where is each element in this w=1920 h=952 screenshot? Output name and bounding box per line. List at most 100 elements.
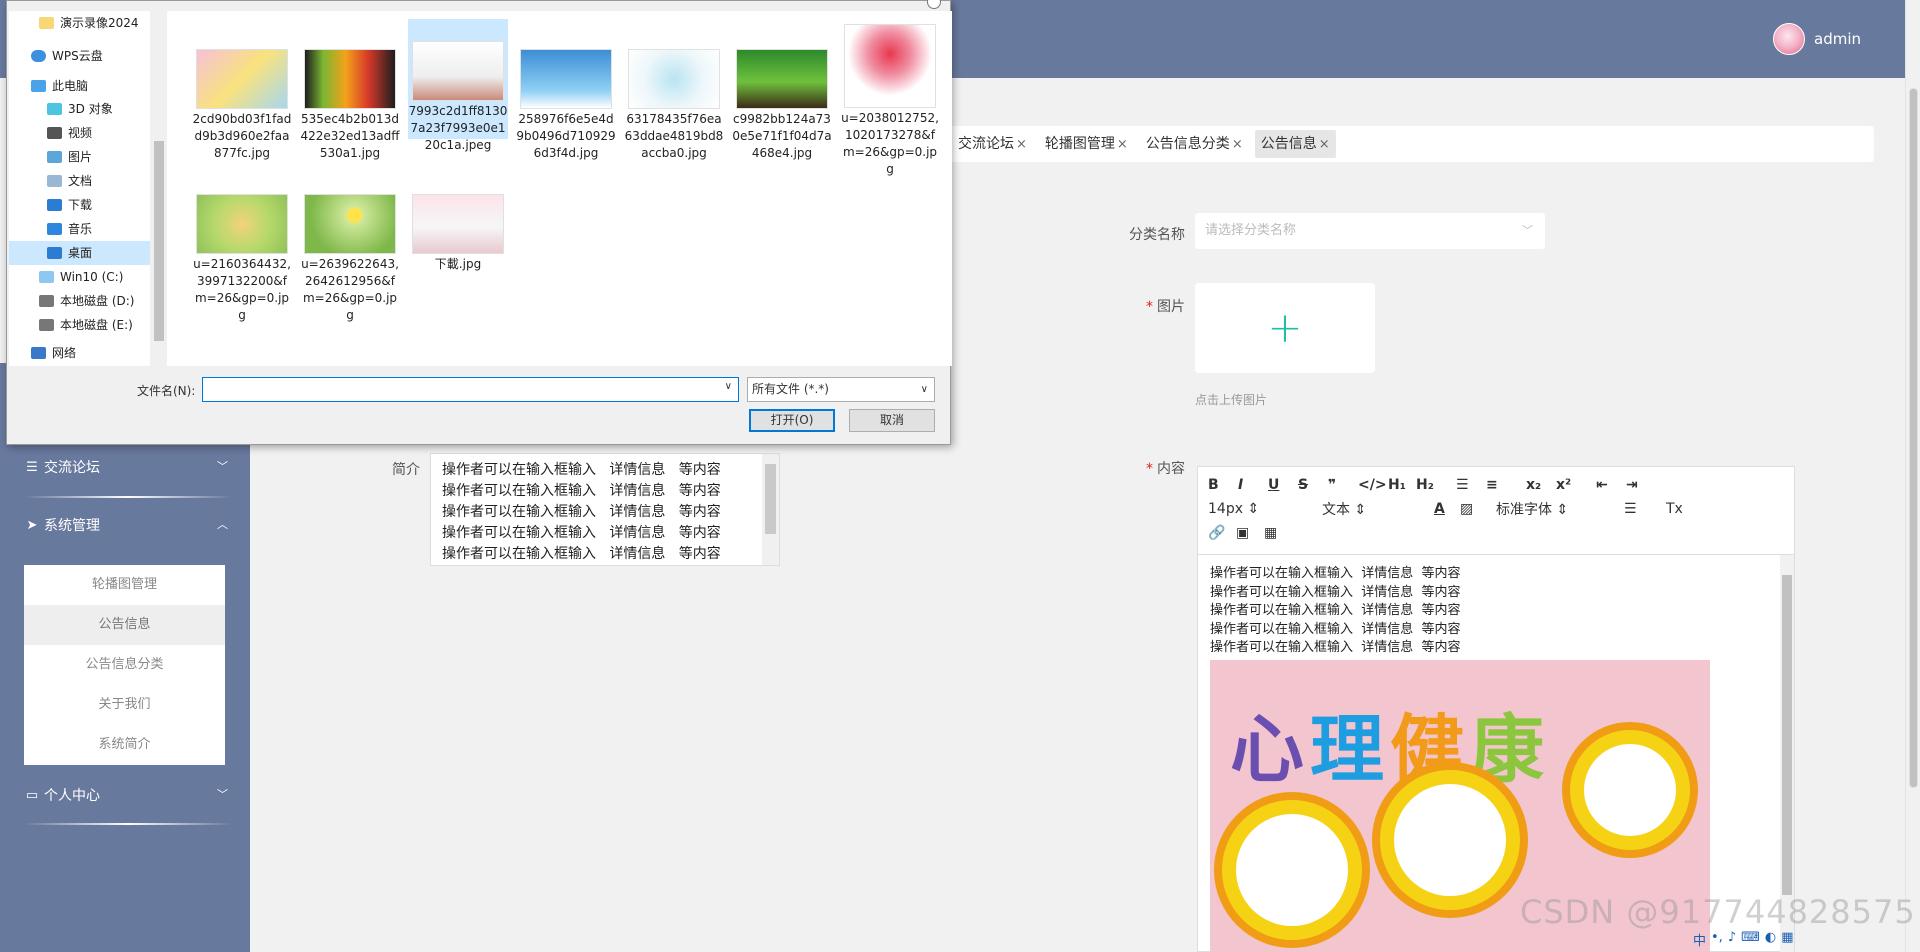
file-item[interactable]: u=2639622643,2642612956&fm=26&gp=0.jpg: [300, 186, 400, 324]
file-item[interactable]: 2cd90bd03f1fadd9b3d960e2faa877fc.jpg: [192, 41, 292, 162]
menu-system[interactable]: ➤ 系统管理 ︿: [24, 508, 232, 542]
h1-icon[interactable]: H₁: [1388, 477, 1416, 493]
outdent-icon[interactable]: ⇤: [1596, 477, 1626, 493]
file-item[interactable]: u=2160364432,3997132200&fm=26&gp=0.jpg: [192, 186, 292, 324]
chevron-down-icon[interactable]: ∨: [725, 381, 732, 392]
nav-item[interactable]: 此电脑: [31, 74, 88, 98]
drive-icon: [39, 295, 54, 307]
submenu-notice-category[interactable]: 公告信息分类: [24, 645, 225, 685]
close-icon[interactable]: [927, 0, 941, 9]
image-upload[interactable]: +: [1195, 283, 1375, 373]
nav-item[interactable]: 网络: [31, 341, 76, 365]
editor-toolbar: B I U S ❞ </> H₁ H₂ ☰ ≡ x₂ x² ⇤ ⇥ 14px ⇕…: [1198, 467, 1794, 555]
close-icon[interactable]: ×: [1016, 137, 1027, 152]
poster-char: 理: [1310, 707, 1390, 793]
tabs-bar: 交流论坛 × 轮播图管理 × 公告信息分类 × 公告信息 ×: [948, 126, 1874, 162]
user-menu[interactable]: admin: [1773, 23, 1861, 55]
code-icon[interactable]: </>: [1358, 477, 1388, 493]
mic-icon[interactable]: ♪: [1728, 930, 1736, 949]
open-button[interactable]: 打开(O): [749, 409, 835, 432]
subscript-icon[interactable]: x₂: [1526, 477, 1556, 493]
h2-icon[interactable]: H₂: [1416, 477, 1456, 493]
underline-icon[interactable]: U: [1268, 477, 1298, 493]
submenu-intro[interactable]: 系统简介: [24, 725, 225, 765]
nav-item[interactable]: Win10 (C:): [39, 265, 123, 289]
tab-notice-category[interactable]: 公告信息分类 ×: [1140, 130, 1249, 158]
nav-item[interactable]: 下载: [47, 193, 92, 217]
file-item[interactable]: u=2038012752,1020173278&fm=26&gp=0.jpg: [840, 16, 940, 178]
bullet-list-icon[interactable]: ≡: [1486, 477, 1526, 493]
tab-notice[interactable]: 公告信息 ×: [1254, 130, 1336, 158]
nav-item[interactable]: 音乐: [47, 217, 92, 241]
block-type-select[interactable]: 文本 ⇕: [1322, 499, 1434, 519]
menu-forum[interactable]: ☰ 交流论坛 ﹀: [24, 450, 232, 484]
submenu-carousel[interactable]: 轮播图管理: [24, 565, 225, 605]
strike-icon[interactable]: S: [1298, 477, 1328, 493]
page-scrollbar[interactable]: [1905, 0, 1920, 952]
ordered-list-icon[interactable]: ☰: [1456, 477, 1486, 493]
indent-icon[interactable]: ⇥: [1626, 477, 1656, 493]
chevron-down-icon: ﹀: [1522, 224, 1533, 237]
divider: [24, 496, 232, 498]
file-item[interactable]: 63178435f76ea63ddae4819bd8accba0.jpg: [624, 41, 724, 162]
nav-item[interactable]: 3D 对象: [47, 97, 113, 121]
calendar-icon: ▭: [25, 787, 39, 803]
cancel-button[interactable]: 取消: [849, 409, 935, 432]
submenu-notice[interactable]: 公告信息: [24, 605, 225, 645]
close-icon[interactable]: ×: [1319, 137, 1330, 152]
video-icon[interactable]: ▦: [1264, 525, 1292, 541]
nav-item-selected[interactable]: 桌面: [9, 241, 150, 265]
tab-carousel[interactable]: 轮播图管理 ×: [1039, 130, 1134, 158]
submenu-about[interactable]: 关于我们: [24, 685, 225, 725]
file-item[interactable]: 535ec4b2b013d422e32ed13adff530a1.jpg: [300, 41, 400, 162]
superscript-icon[interactable]: x²: [1556, 477, 1596, 493]
close-icon[interactable]: ×: [1232, 137, 1243, 152]
font-family-select[interactable]: 标准字体 ⇕: [1496, 499, 1624, 519]
nav-item[interactable]: 本地磁盘 (D:): [39, 289, 134, 313]
align-icon[interactable]: ☰: [1624, 501, 1666, 517]
intro-scrollbar[interactable]: [762, 454, 779, 565]
quote-icon[interactable]: ❞: [1328, 477, 1358, 493]
file-item[interactable]: c9982bb124a730e5e71f1f04d7a468e4.jpg: [732, 41, 832, 162]
nav-pane: 演示录像2024 WPS云盘 此电脑 3D 对象 视频 图片 文档 下载 音乐 …: [9, 11, 169, 366]
font-color-icon[interactable]: A: [1434, 501, 1460, 517]
system-submenu: 轮播图管理 公告信息 公告信息分类 关于我们 系统简介: [24, 565, 225, 765]
rich-text-editor[interactable]: B I U S ❞ </> H₁ H₂ ☰ ≡ x₂ x² ⇤ ⇥ 14px ⇕…: [1197, 466, 1795, 952]
clear-format-icon[interactable]: Tx: [1666, 501, 1696, 517]
menu-personal[interactable]: ▭ 个人中心 ﹀: [24, 778, 232, 812]
font-size-select[interactable]: 14px ⇕: [1208, 501, 1322, 517]
nav-item[interactable]: 本地磁盘 (E:): [39, 313, 133, 337]
watermark: CSDN @917744828575: [1520, 893, 1916, 931]
tab-forum[interactable]: 交流论坛 ×: [952, 130, 1033, 158]
italic-icon[interactable]: I: [1238, 477, 1268, 493]
nav-item[interactable]: WPS云盘: [31, 44, 103, 68]
file-item[interactable]: 258976f6e5e4d9b0496d7109296d3f4d.jpg: [516, 41, 616, 162]
ime-icon[interactable]: 中: [1693, 930, 1706, 949]
bold-icon[interactable]: B: [1208, 477, 1238, 493]
drive-icon: [39, 271, 54, 283]
intro-textarea[interactable]: 操作者可以在输入框输入 详情信息 等内容 操作者可以在输入框输入 详情信息 等内…: [430, 453, 780, 566]
folder-icon: [39, 17, 54, 29]
skin-icon[interactable]: ◐: [1765, 930, 1776, 949]
keyboard-icon[interactable]: ⌨: [1741, 930, 1760, 949]
tools-icon[interactable]: ▦: [1781, 930, 1793, 949]
plus-icon: +: [1267, 303, 1303, 352]
nav-item[interactable]: 演示录像2024: [39, 11, 139, 35]
computer-icon: [31, 80, 46, 92]
filetype-select[interactable]: 所有文件 (*.*) ∨: [747, 377, 935, 402]
chevron-down-icon: ∨: [920, 384, 928, 395]
nav-item[interactable]: 文档: [47, 169, 92, 193]
nav-item[interactable]: 视频: [47, 121, 92, 145]
punct-icon[interactable]: •,: [1711, 930, 1723, 949]
category-select[interactable]: 请选择分类名称 ﹀: [1195, 213, 1545, 249]
image-icon[interactable]: ▣: [1236, 525, 1264, 541]
nav-scrollbar[interactable]: [150, 11, 167, 366]
nav-item[interactable]: 图片: [47, 145, 92, 169]
close-icon[interactable]: ×: [1117, 137, 1128, 152]
file-item[interactable]: 下載.jpg: [408, 186, 508, 273]
filename-input[interactable]: ∨: [202, 377, 739, 402]
file-item-selected[interactable]: 7993c2d1ff81307a23f7993e0e120c1a.jpeg: [408, 19, 508, 152]
bg-color-icon[interactable]: ▨: [1460, 501, 1496, 517]
intro-label: 简介: [392, 462, 420, 478]
link-icon[interactable]: 🔗: [1208, 525, 1236, 541]
